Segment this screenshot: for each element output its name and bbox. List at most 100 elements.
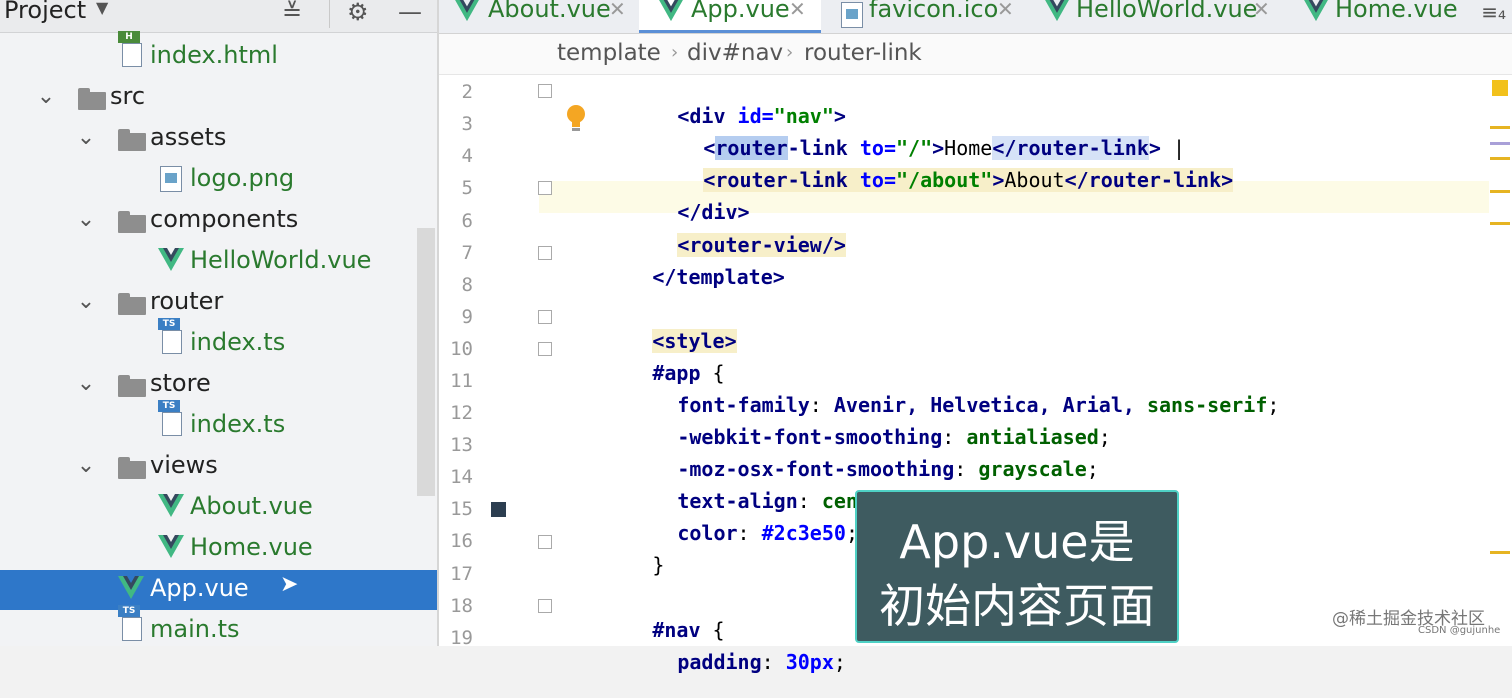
close-icon[interactable]: ✕ [609,0,626,21]
vue-icon [118,576,146,604]
code-token: sans-serif [1146,393,1268,417]
tab-label: favicon.ico [869,0,999,23]
project-panel-title[interactable]: Project [4,0,86,24]
vue-icon [158,535,186,563]
breadcrumb-item[interactable]: div#nav [687,40,783,66]
chevron-right-icon: › [786,42,794,63]
error-stripe-mark[interactable] [1490,126,1510,129]
chevron-down-icon[interactable]: ⌄ [74,289,98,314]
tree-item-label: main.ts [150,615,240,643]
tree-item-store-index-ts[interactable]: TS index.ts [0,400,437,446]
tree-item-about-vue[interactable]: About.vue [0,488,437,528]
error-stripe-mark[interactable] [1490,157,1510,160]
chevron-down-icon[interactable]: ⌄ [74,371,98,396]
vue-icon [659,0,683,26]
tree-item-app-vue[interactable]: App.vue ➤ [0,570,437,610]
tree-item-label: About.vue [190,492,313,520]
line-number-gutter: 2 3 4 5 6 7 8 9 10 11 12 13 14 15 16 17 … [439,75,552,649]
folder-icon [118,371,146,399]
tree-item-src[interactable]: ⌄ src [0,78,437,118]
code-token: </router-link> [1064,168,1234,192]
tree-item-router-index-ts[interactable]: TS index.ts [0,318,437,364]
image-file-icon [160,166,188,194]
breadcrumb-item[interactable]: template [557,40,661,66]
error-stripe-mark[interactable] [1490,190,1510,193]
tree-item-assets[interactable]: ⌄ assets [0,119,437,159]
line-number: 3 [461,113,473,135]
close-icon[interactable]: ✕ [997,0,1014,21]
tree-scrollbar[interactable] [417,228,435,496]
tree-item-label: Home.vue [190,533,313,561]
fold-marker-icon[interactable] [538,181,552,195]
ts-file-icon: TS [158,400,186,440]
code-token: color [677,521,738,545]
tree-item-label: components [150,205,299,233]
fold-marker-icon[interactable] [538,535,552,549]
error-stripe-mark[interactable] [1490,551,1510,554]
gear-icon[interactable]: ⚙ [347,0,369,26]
folder-icon [118,289,146,317]
lightbulb-icon[interactable] [566,104,586,134]
tree-item-main-ts[interactable]: TS main.ts [0,605,437,651]
code-token: padding [677,650,762,674]
code-line: </template> [556,241,785,313]
tree-item-views[interactable]: ⌄ views [0,447,437,487]
tree-item-router[interactable]: ⌄ router [0,283,437,323]
tree-item-logo-png[interactable]: logo.png [0,160,437,200]
tab-about-vue[interactable]: About.vue ✕ [439,0,639,33]
tab-label: App.vue [691,0,790,23]
tree-item-label: router [150,287,224,315]
chevron-right-icon: › [671,42,679,63]
close-icon[interactable]: ✕ [789,0,806,21]
fold-marker-icon[interactable] [538,84,552,98]
chevron-down-icon[interactable]: ⌄ [34,84,58,109]
tab-label: HelloWorld.vue [1076,0,1258,23]
code-token: : [954,457,979,481]
vue-icon [455,0,479,26]
chevron-down-icon[interactable]: ▼ [96,0,108,17]
code-token: to= [859,168,896,192]
code-token: ; [1098,425,1111,449]
tree-item-home-vue[interactable]: Home.vue [0,529,437,569]
chevron-down-icon[interactable]: ⌄ [74,125,98,150]
tab-label: Home.vue [1335,0,1458,23]
minimize-icon[interactable]: — [398,0,422,26]
line-number: 18 [450,595,473,617]
tree-item-index-html[interactable]: H index.html [0,31,437,77]
error-stripe-mark[interactable] [1490,142,1510,145]
tab-helloworld-vue[interactable]: HelloWorld.vue ✕ [1021,0,1279,33]
code-token: : [761,650,786,674]
tree-item-label: assets [150,123,227,151]
breadcrumb-item[interactable]: router-link [804,40,922,66]
fold-marker-icon[interactable] [538,310,552,324]
error-stripe-mark[interactable] [1490,222,1510,225]
line-number: 8 [461,274,473,296]
tree-item-store[interactable]: ⌄ store [0,365,437,405]
code-line: padding: 30px; [581,626,846,698]
code-token: </template> [652,265,785,289]
chevron-down-icon[interactable]: ⌄ [74,453,98,478]
fold-marker-icon[interactable] [538,342,552,356]
tab-home-vue[interactable]: Home.vue [1279,0,1469,33]
chevron-down-icon[interactable]: ⌄ [74,207,98,232]
tree-item-helloworld-vue[interactable]: HelloWorld.vue [0,242,437,282]
close-icon[interactable]: ✕ [1253,0,1270,21]
fold-marker-icon[interactable] [538,246,552,260]
html-file-icon: H [118,31,146,71]
tab-app-vue[interactable]: App.vue ✕ [639,0,821,33]
code-token: } [652,553,665,577]
fold-marker-icon[interactable] [538,599,552,613]
color-preview-swatch[interactable] [491,502,506,517]
tree-item-components[interactable]: ⌄ components [0,201,437,241]
watermark-sub: CSDN @gujunhe [1418,625,1501,636]
collapse-all-icon[interactable]: ≚ [282,0,302,26]
tab-favicon-ico[interactable]: favicon.ico ✕ [821,0,1021,33]
project-panel-header: Project ▼ ≚ ⚙ — [0,0,437,33]
code-token: grayscale [978,457,1087,481]
inspection-status-icon[interactable] [1492,80,1508,96]
breadcrumb: template › div#nav › router-link [439,34,1512,75]
vue-icon [158,494,186,522]
tab-overflow-menu-icon[interactable]: ≡₄ [1481,0,1506,24]
code-token: : [737,521,762,545]
tab-label: About.vue [488,0,611,23]
